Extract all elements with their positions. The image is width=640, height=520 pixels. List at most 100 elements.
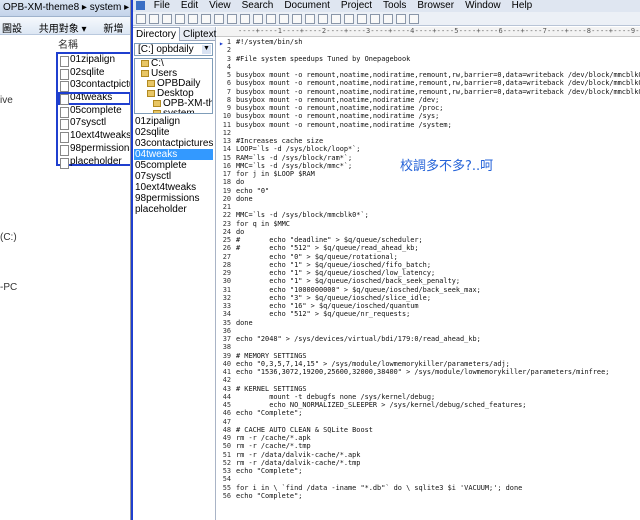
- chevron-down-icon[interactable]: ▼: [202, 45, 211, 54]
- code-line[interactable]: 22 MMC=`ls -d /sys/block/mmcblk0*`;: [217, 211, 640, 219]
- code-line[interactable]: 12: [217, 129, 640, 137]
- column-header-name[interactable]: 名稱: [0, 35, 130, 51]
- code-line[interactable]: 33 echo "16" > $q/queue/iosched/quantum: [217, 302, 640, 310]
- code-line[interactable]: 55 for i in \ `find /data -iname "*.db"` …: [217, 484, 640, 492]
- directory-file-item[interactable]: 02sqlite: [134, 127, 213, 138]
- code-line[interactable]: 45 echo NO_NORMALIZED_SLEEPER > /sys/ker…: [217, 401, 640, 409]
- code-line[interactable]: 28 echo "1" > $q/queue/iosched/fifo_batc…: [217, 261, 640, 269]
- help-icon[interactable]: [409, 14, 419, 24]
- code-line[interactable]: 11 busybox mount -o remount,noatime,nodir…: [217, 121, 640, 129]
- directory-file-item[interactable]: placeholder: [134, 204, 213, 215]
- code-line[interactable]: 13 #Increases cache size: [217, 137, 640, 145]
- toolbar-item[interactable]: 圖設: [2, 24, 22, 35]
- print-icon[interactable]: [188, 14, 198, 24]
- file-item[interactable]: 10ext4tweaks: [58, 130, 130, 143]
- cascade-icon[interactable]: [396, 14, 406, 24]
- code-line[interactable]: 52 rm -r /data/dalvik-cache/*.tmp: [217, 459, 640, 467]
- file-item[interactable]: 98permissions: [58, 143, 130, 156]
- code-line[interactable]: 39 # MEMORY SETTINGS: [217, 352, 640, 360]
- code-line[interactable]: 7 busybox mount -o remount,noatime,nodira…: [217, 88, 640, 96]
- code-line[interactable]: 34 echo "512" > $q/queue/nr_requests;: [217, 310, 640, 318]
- redo-icon[interactable]: [266, 14, 276, 24]
- code-line[interactable]: 31 echo "1000000000" > $q/queue/iosched/…: [217, 286, 640, 294]
- code-line[interactable]: 49 rm -r /cache/*.apk: [217, 434, 640, 442]
- directory-file-item[interactable]: 05complete: [134, 160, 213, 171]
- menu-item[interactable]: File: [154, 0, 170, 11]
- code-line[interactable]: 41 echo "1536,3072,19200,25600,32000,3840…: [217, 368, 640, 376]
- code-line[interactable]: 29 echo "1" > $q/queue/iosched/low_laten…: [217, 269, 640, 277]
- copy-icon[interactable]: [214, 14, 224, 24]
- code-line[interactable]: 5 busybox mount -o remount,noatime,nodira…: [217, 71, 640, 79]
- code-line[interactable]: 2: [217, 46, 640, 54]
- directory-file-item[interactable]: 98permissions: [134, 193, 213, 204]
- code-line[interactable]: 9 busybox mount -o remount,noatime,nodira…: [217, 104, 640, 112]
- file-item[interactable]: 01zipalign: [58, 54, 130, 67]
- code-line[interactable]: 21: [217, 203, 640, 211]
- code-line[interactable]: 56 echo "Complete";: [217, 492, 640, 500]
- paste-icon[interactable]: [227, 14, 237, 24]
- code-line[interactable]: 26 # echo "512" > $q/queue/read_ahead_kb;: [217, 244, 640, 252]
- code-line[interactable]: 19 echo "0": [217, 187, 640, 195]
- code-line[interactable]: 43 # KERNEL SETTINGS: [217, 385, 640, 393]
- code-line[interactable]: 14 LOOP=`ls -d /sys/block/loop*`;: [217, 145, 640, 153]
- toolbar-item[interactable]: 共用對象 ▾: [39, 24, 87, 35]
- nav-item[interactable]: -PC: [0, 282, 17, 293]
- code-line[interactable]: 23 for q in $MMC: [217, 220, 640, 228]
- file-item[interactable]: 03contactpictures: [58, 79, 130, 93]
- code-line[interactable]: 3 #File system speedups Tuned by Onepageb…: [217, 55, 640, 63]
- save-all-icon[interactable]: [175, 14, 185, 24]
- file-item[interactable]: 07sysctl: [58, 117, 130, 131]
- code-line[interactable]: 18 do: [217, 178, 640, 186]
- code-line[interactable]: 53 echo "Complete";: [217, 467, 640, 475]
- menu-item[interactable]: Help: [512, 0, 533, 11]
- code-line[interactable]: 51 rm -r /data/dalvik-cache/*.apk: [217, 451, 640, 459]
- file-item[interactable]: 02sqlite: [58, 67, 130, 80]
- code-text[interactable]: 1 #!/system/bin/sh 2 3 #File system speedups…: [217, 38, 640, 500]
- view-icon[interactable]: [331, 14, 341, 24]
- code-line[interactable]: 40 echo "0,3,5,7,14,15" > /sys/module/low…: [217, 360, 640, 368]
- list-icon[interactable]: [344, 14, 354, 24]
- code-line[interactable]: 10 busybox mount -o remount,noatime,nodir…: [217, 112, 640, 120]
- menu-item[interactable]: Search: [242, 0, 274, 11]
- directory-file-item[interactable]: 07sysctl: [134, 171, 213, 182]
- file-item[interactable]: 05complete: [58, 105, 130, 118]
- directory-file-item[interactable]: 04tweaks: [134, 149, 213, 160]
- code-line[interactable]: 4: [217, 63, 640, 71]
- directory-file-item[interactable]: 01zipalign: [134, 116, 213, 127]
- goto-icon[interactable]: [305, 14, 315, 24]
- code-line[interactable]: 27 echo "0" > $q/queue/rotational;: [217, 253, 640, 261]
- menu-item[interactable]: Document: [284, 0, 330, 11]
- code-line[interactable]: 44 mount -t debugfs none /sys/kernel/deb…: [217, 393, 640, 401]
- nav-item[interactable]: ive: [0, 95, 13, 106]
- code-line[interactable]: 42: [217, 376, 640, 384]
- code-line[interactable]: 46 echo "Complete";: [217, 409, 640, 417]
- tree-node[interactable]: system: [135, 109, 212, 113]
- code-line[interactable]: 20 done: [217, 195, 640, 203]
- close-icon[interactable]: [240, 14, 250, 24]
- code-line[interactable]: 30 echo "1" > $q/queue/iosched/back_seek…: [217, 277, 640, 285]
- menu-item[interactable]: Browser: [417, 0, 454, 11]
- code-line[interactable]: 8 busybox mount -o remount,noatime,nodira…: [217, 96, 640, 104]
- undo-icon[interactable]: [253, 14, 263, 24]
- menu-item[interactable]: Window: [465, 0, 501, 11]
- menu-item[interactable]: View: [209, 0, 231, 11]
- drive-select[interactable]: [C:] opbdaily ▼: [134, 43, 213, 56]
- find-icon[interactable]: [279, 14, 289, 24]
- cut-icon[interactable]: [201, 14, 211, 24]
- replace-icon[interactable]: [292, 14, 302, 24]
- file-item[interactable]: placeholder: [58, 156, 130, 169]
- code-line[interactable]: 47: [217, 418, 640, 426]
- menu-item[interactable]: Project: [341, 0, 372, 11]
- explorer-breadcrumb[interactable]: OPB-XM-theme8 ▸ system ▸ etc: [0, 0, 130, 17]
- file-item[interactable]: 04tweaks: [58, 92, 130, 105]
- column-icon[interactable]: [357, 14, 367, 24]
- wrap-icon[interactable]: [318, 14, 328, 24]
- code-editor[interactable]: ----+----1----+----2----+----3----+----4…: [217, 27, 640, 520]
- code-line[interactable]: 25 # echo "deadline" > $q/queue/scheduler…: [217, 236, 640, 244]
- code-line[interactable]: 6 busybox mount -o remount,noatime,nodira…: [217, 79, 640, 87]
- directory-file-item[interactable]: 10ext4tweaks: [134, 182, 213, 193]
- menu-item[interactable]: Edit: [181, 0, 198, 11]
- code-line[interactable]: 24 do: [217, 228, 640, 236]
- open-icon[interactable]: [149, 14, 159, 24]
- tab-directory[interactable]: Directory: [132, 27, 181, 41]
